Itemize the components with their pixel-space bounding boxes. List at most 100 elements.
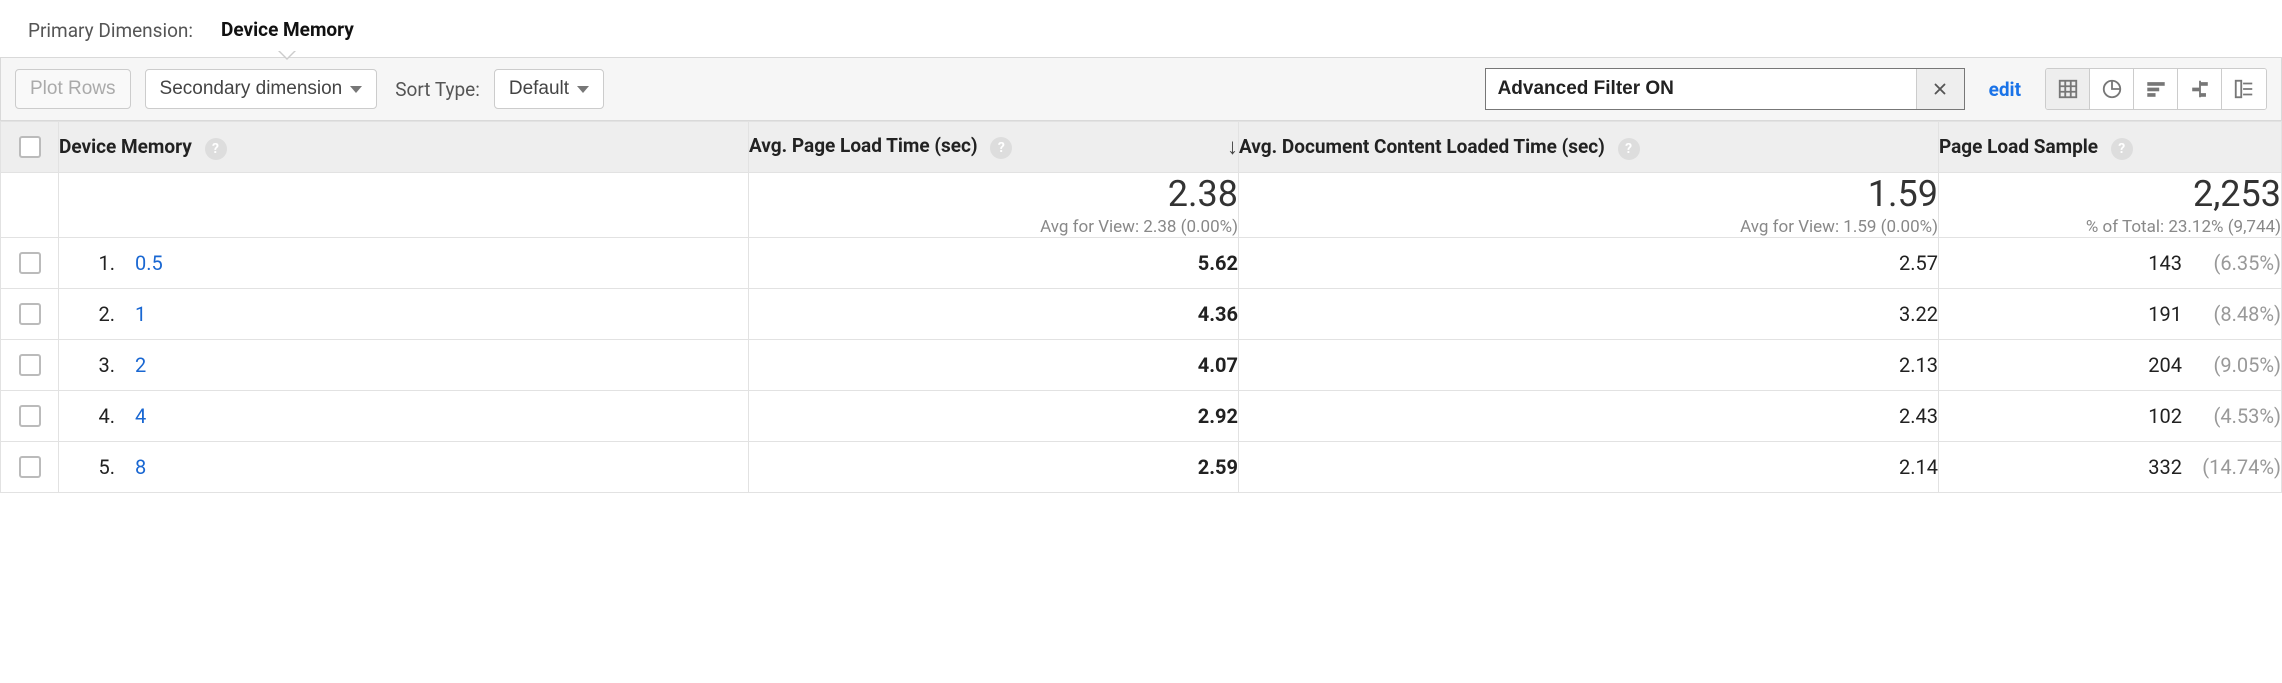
column-m2-label: Avg. Document Content Loaded Time (sec) xyxy=(1239,135,1605,158)
sort-type-dropdown[interactable]: Default xyxy=(494,69,604,109)
cell-avg-page-load: 2.92 xyxy=(749,391,1239,442)
help-icon[interactable]: ? xyxy=(2111,138,2133,160)
comparison-icon xyxy=(2189,78,2211,100)
summary-m1: 2.38 Avg for View: 2.38 (0.00%) xyxy=(749,173,1239,238)
cell-avg-doc-content: 2.14 xyxy=(1239,442,1939,493)
pie-icon xyxy=(2101,78,2123,100)
data-table: Device Memory ? Avg. Page Load Time (sec… xyxy=(0,121,2282,493)
pivot-icon xyxy=(2233,78,2255,100)
select-all-header xyxy=(1,122,59,173)
cell-avg-page-load: 2.59 xyxy=(749,442,1239,493)
table-row: 1. 0.5 5.62 2.57 143 (6.35%) xyxy=(1,238,2282,289)
sample-value: 102 xyxy=(2148,404,2182,428)
cell-avg-doc-content: 2.43 xyxy=(1239,391,1939,442)
row-number: 1. xyxy=(89,251,115,275)
view-performance-button[interactable] xyxy=(2134,69,2178,109)
chevron-down-icon xyxy=(350,86,362,93)
row-number: 2. xyxy=(89,302,115,326)
summary-m2: 1.59 Avg for View: 1.59 (0.00%) xyxy=(1239,173,1939,238)
summary-m3-sub: % of Total: 23.12% (9,744) xyxy=(1939,217,2281,237)
summary-m1-value: 2.38 xyxy=(749,173,1238,215)
plot-rows-label: Plot Rows xyxy=(30,78,116,100)
primary-dimension-label: Primary Dimension: xyxy=(28,19,193,42)
sample-pct: (8.48%) xyxy=(2199,302,2281,326)
sample-value: 332 xyxy=(2148,455,2182,479)
table-row: 2. 1 4.36 3.22 191 (8.48%) xyxy=(1,289,2282,340)
close-icon xyxy=(1931,80,1949,98)
row-checkbox[interactable] xyxy=(19,405,41,427)
help-icon[interactable]: ? xyxy=(990,137,1012,159)
table-row: 4. 4 2.92 2.43 102 (4.53%) xyxy=(1,391,2282,442)
summary-m2-value: 1.59 xyxy=(1239,173,1938,215)
column-header-page-load-sample[interactable]: Page Load Sample ? xyxy=(1939,122,2282,173)
view-comparison-button[interactable] xyxy=(2178,69,2222,109)
row-number: 5. xyxy=(89,455,115,479)
column-m1-label: Avg. Page Load Time (sec) xyxy=(749,134,978,157)
row-checkbox[interactable] xyxy=(19,456,41,478)
summary-m1-sub: Avg for View: 2.38 (0.00%) xyxy=(749,217,1238,237)
cell-page-load-sample: 102 (4.53%) xyxy=(1939,391,2282,442)
toolbar: Plot Rows Secondary dimension Sort Type:… xyxy=(0,57,2282,121)
column-dimension-label: Device Memory xyxy=(59,135,192,158)
cell-avg-doc-content: 2.57 xyxy=(1239,238,1939,289)
sample-pct: (14.74%) xyxy=(2199,455,2281,479)
row-checkbox[interactable] xyxy=(19,354,41,376)
cell-page-load-sample: 204 (9.05%) xyxy=(1939,340,2282,391)
help-icon[interactable]: ? xyxy=(205,138,227,160)
secondary-dimension-dropdown[interactable]: Secondary dimension xyxy=(145,69,378,109)
row-checkbox[interactable] xyxy=(19,303,41,325)
summary-row: 2.38 Avg for View: 2.38 (0.00%) 1.59 Avg… xyxy=(1,173,2282,238)
column-m3-label: Page Load Sample xyxy=(1939,135,2098,158)
row-checkbox[interactable] xyxy=(19,252,41,274)
select-all-checkbox[interactable] xyxy=(19,136,41,158)
sort-descending-icon: ↓ xyxy=(1227,134,1238,160)
advanced-filter-input[interactable] xyxy=(1486,69,1916,109)
sort-type-label: Sort Type: xyxy=(395,78,480,101)
dimension-link[interactable]: 4 xyxy=(135,404,146,428)
view-percentage-button[interactable] xyxy=(2090,69,2134,109)
clear-filter-button[interactable] xyxy=(1916,69,1964,109)
sample-pct: (4.53%) xyxy=(2199,404,2281,428)
cell-avg-doc-content: 2.13 xyxy=(1239,340,1939,391)
edit-filter-link[interactable]: edit xyxy=(1989,78,2021,101)
dimension-link[interactable]: 2 xyxy=(135,353,146,377)
chevron-down-icon xyxy=(577,86,589,93)
sample-pct: (9.05%) xyxy=(2199,353,2281,377)
sample-value: 191 xyxy=(2148,302,2182,326)
column-header-avg-page-load[interactable]: Avg. Page Load Time (sec) ? ↓ xyxy=(749,122,1239,173)
view-pivot-button[interactable] xyxy=(2222,69,2266,109)
cell-avg-page-load: 4.36 xyxy=(749,289,1239,340)
column-header-dimension[interactable]: Device Memory ? xyxy=(59,122,749,173)
cell-page-load-sample: 143 (6.35%) xyxy=(1939,238,2282,289)
cell-avg-page-load: 5.62 xyxy=(749,238,1239,289)
sample-value: 143 xyxy=(2148,251,2182,275)
view-mode-group xyxy=(2045,68,2267,110)
primary-dimension-value: Device Memory xyxy=(221,18,354,41)
row-number: 4. xyxy=(89,404,115,428)
sample-pct: (6.35%) xyxy=(2199,251,2281,275)
summary-m3-value: 2,253 xyxy=(1939,173,2281,215)
table-row: 5. 8 2.59 2.14 332 (14.74%) xyxy=(1,442,2282,493)
cell-page-load-sample: 191 (8.48%) xyxy=(1939,289,2282,340)
table-icon xyxy=(2057,78,2079,100)
secondary-dimension-label: Secondary dimension xyxy=(160,78,343,100)
column-header-avg-doc-content[interactable]: Avg. Document Content Loaded Time (sec) … xyxy=(1239,122,1939,173)
sample-value: 204 xyxy=(2148,353,2182,377)
summary-m3: 2,253 % of Total: 23.12% (9,744) xyxy=(1939,173,2282,238)
plot-rows-button: Plot Rows xyxy=(15,69,131,109)
view-data-table-button[interactable] xyxy=(2046,69,2090,109)
cell-page-load-sample: 332 (14.74%) xyxy=(1939,442,2282,493)
cell-avg-doc-content: 3.22 xyxy=(1239,289,1939,340)
dimension-link[interactable]: 8 xyxy=(135,455,146,479)
cell-avg-page-load: 4.07 xyxy=(749,340,1239,391)
dimension-link[interactable]: 1 xyxy=(135,302,146,326)
dimension-link[interactable]: 0.5 xyxy=(135,251,163,275)
sort-type-value: Default xyxy=(509,78,569,100)
help-icon[interactable]: ? xyxy=(1618,138,1640,160)
row-number: 3. xyxy=(89,353,115,377)
bars-icon xyxy=(2145,78,2167,100)
primary-dimension-tab[interactable]: Device Memory xyxy=(205,10,370,51)
primary-dimension-bar: Primary Dimension: Device Memory xyxy=(0,0,2282,51)
advanced-filter-box xyxy=(1485,68,1965,110)
table-row: 3. 2 4.07 2.13 204 (9.05%) xyxy=(1,340,2282,391)
